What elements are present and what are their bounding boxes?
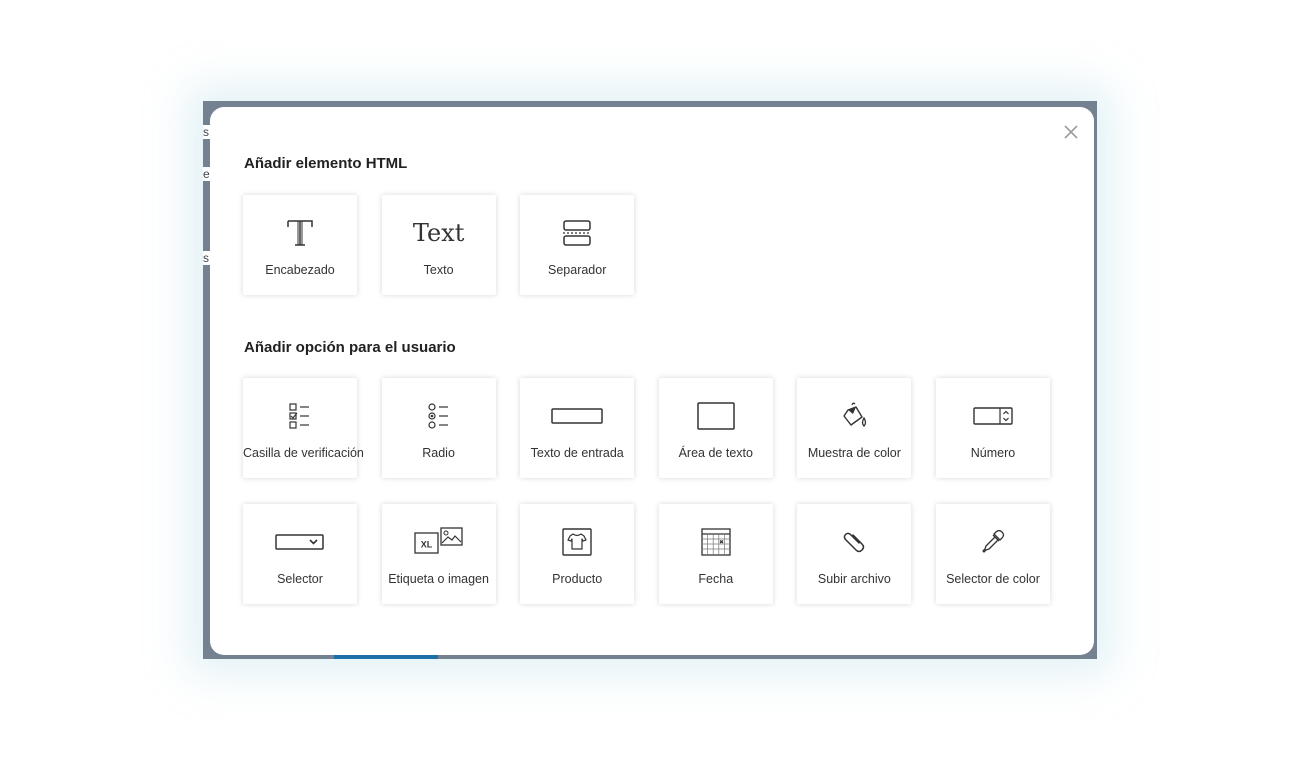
paint-bucket-icon	[843, 402, 867, 427]
tile-label: Área de texto	[678, 446, 753, 460]
tile-heading[interactable]: Encabezado	[243, 195, 357, 295]
tile-label: Muestra de color	[807, 446, 901, 460]
tile-upload-file[interactable]: Subir archivo	[797, 504, 912, 604]
tile-color-swatch[interactable]: Muestra de color	[797, 378, 912, 478]
tile-radio[interactable]: Radio	[381, 378, 496, 478]
label-image-icon: XL	[413, 527, 463, 554]
tile-label: Selector	[277, 572, 323, 586]
tile-separator[interactable]: Separador	[520, 195, 635, 295]
tile-label: Separador	[548, 263, 607, 277]
tile-checkbox[interactable]: Casilla de verificación	[243, 378, 364, 478]
html-elements-grid: Encabezado Text Texto Separador	[243, 195, 1050, 295]
text-icon: Text	[412, 219, 465, 247]
background-accent-bar	[334, 655, 438, 659]
textarea-icon	[697, 402, 735, 430]
text-input-icon	[551, 408, 603, 424]
tile-label: Etiqueta o imagen	[388, 572, 489, 586]
tile-number[interactable]: Número	[935, 378, 1050, 478]
tile-label: Texto	[423, 263, 454, 277]
radio-list-icon	[427, 403, 448, 429]
tile-text-input[interactable]: Texto de entrada	[520, 378, 635, 478]
heading-icon	[287, 220, 313, 246]
tile-label: Encabezado	[265, 263, 335, 277]
tile-label: Número	[970, 446, 1016, 460]
add-element-modal: Añadir elemento HTML Encabezado Text Tex…	[210, 107, 1094, 655]
checkbox-list-icon	[289, 403, 309, 429]
tile-label: Texto de entrada	[530, 446, 624, 460]
user-options-grid: Casilla de verificación Radio Texto de e…	[243, 378, 1050, 604]
tile-label: Fecha	[698, 572, 734, 586]
number-stepper-icon	[973, 407, 1013, 425]
tile-label: Selector de color	[946, 572, 1040, 586]
tshirt-icon	[562, 528, 592, 556]
tile-label: Radio	[422, 446, 455, 460]
separator-icon	[563, 220, 592, 246]
paperclip-icon	[844, 532, 865, 553]
dropdown-icon	[275, 534, 324, 550]
tile-selector[interactable]: Selector	[243, 504, 357, 604]
close-icon	[1064, 125, 1078, 139]
section-title-user-options: Añadir opción para el usuario	[244, 339, 456, 356]
tile-label: Casilla de verificación	[243, 446, 364, 460]
tile-date[interactable]: Fecha	[658, 504, 773, 604]
calendar-icon	[701, 528, 731, 556]
tile-textarea[interactable]: Área de texto	[658, 378, 773, 478]
tile-text[interactable]: Text Texto	[381, 195, 496, 295]
tile-label: Subir archivo	[817, 572, 891, 586]
xl-badge-text: XL	[420, 540, 432, 550]
tile-label-or-image[interactable]: XL Etiqueta o imagen	[381, 504, 496, 604]
tile-color-picker[interactable]: Selector de color	[935, 504, 1050, 604]
section-title-html-elements: Añadir elemento HTML	[244, 155, 408, 172]
eyedropper-icon	[982, 529, 1005, 553]
tile-label: Producto	[552, 572, 603, 586]
close-button[interactable]	[1062, 123, 1080, 141]
tile-product[interactable]: Producto	[520, 504, 635, 604]
